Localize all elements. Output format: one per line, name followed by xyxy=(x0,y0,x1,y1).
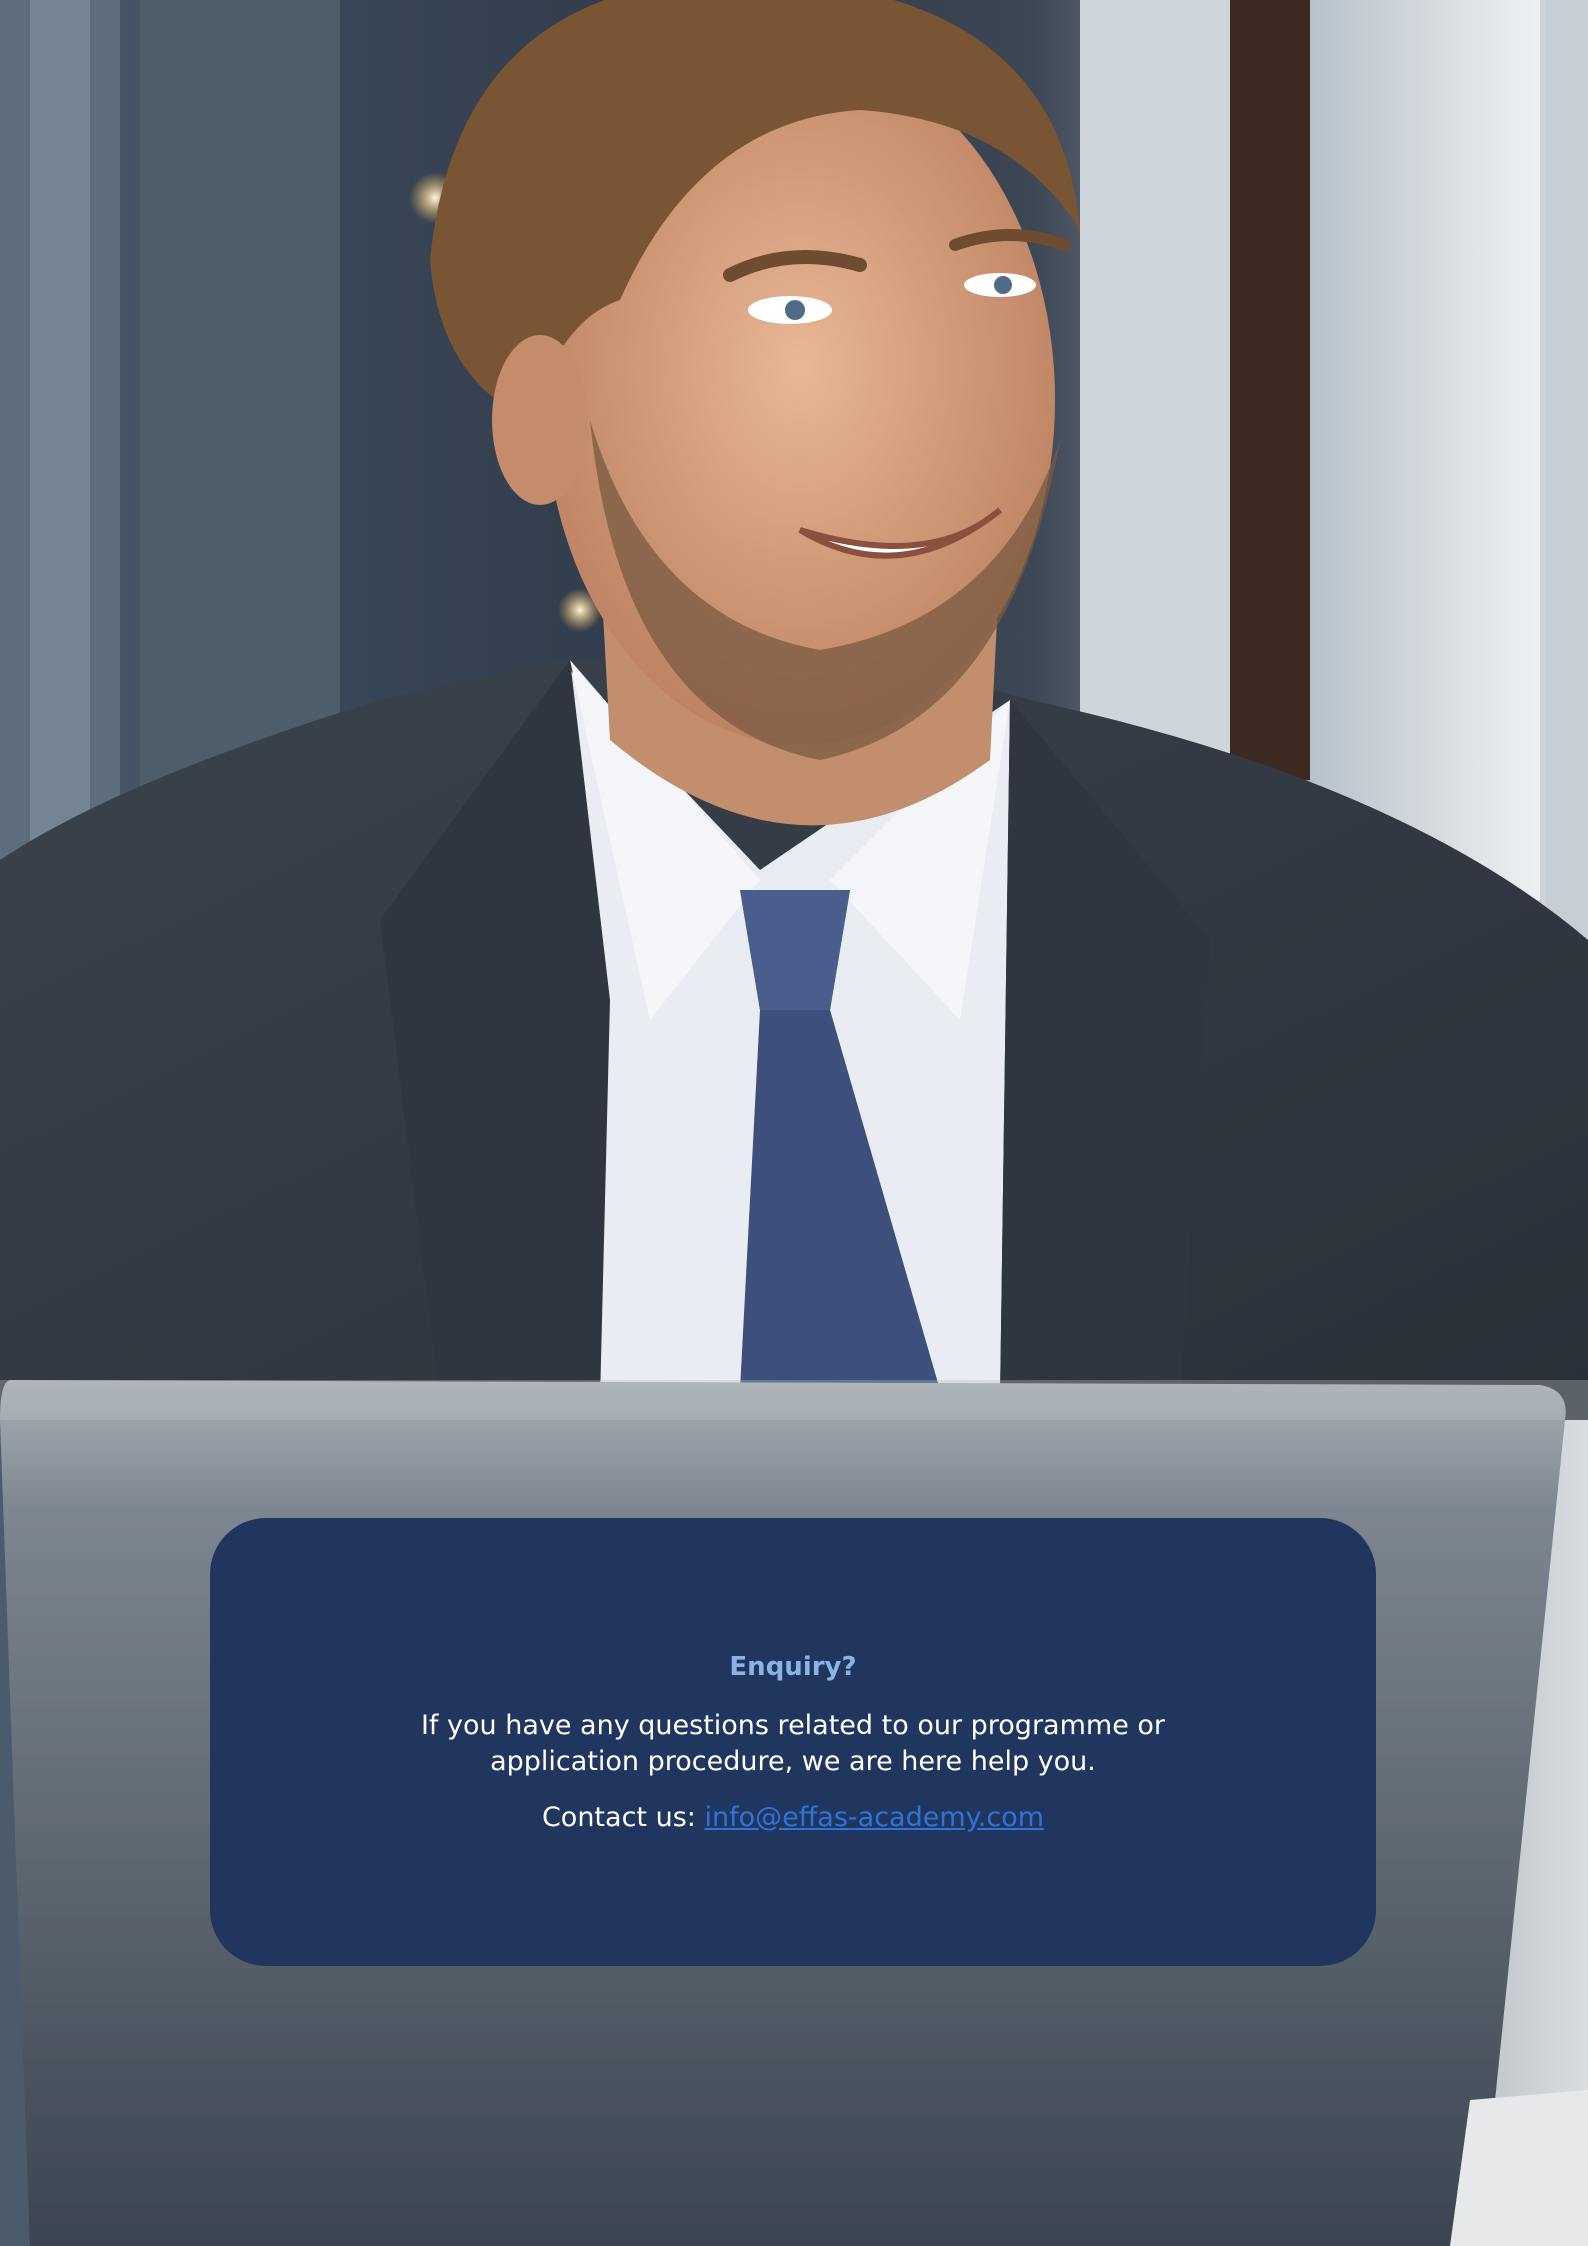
enquiry-title: Enquiry? xyxy=(729,1651,857,1682)
contact-label: Contact us: xyxy=(541,1801,705,1833)
contact-email-link[interactable]: info@effas-academy.com xyxy=(704,1802,1044,1833)
enquiry-description: If you have any questions related to our… xyxy=(420,1709,1166,1777)
contact-line: Contact us: info@effas-academy.com xyxy=(542,1802,1044,1833)
enquiry-card: Enquiry? If you have any questions relat… xyxy=(210,1518,1376,1966)
